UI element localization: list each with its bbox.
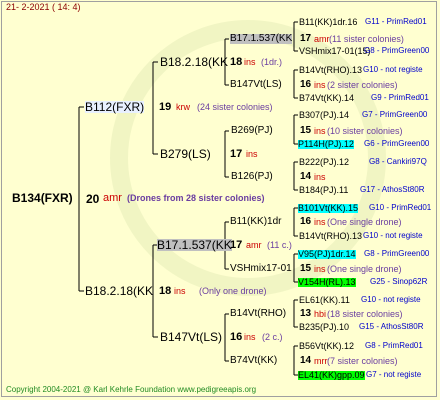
gen5-group-8: G17 - AthosSt80R [360, 185, 425, 194]
date-stamp: 21- 2-2021 ( 14: 4) [6, 2, 81, 12]
gen4-name-2[interactable]: B147Vt(LS) [230, 80, 282, 90]
gen4-generation-4: 14 [300, 171, 312, 182]
gen3-generation-1: 18 [230, 56, 243, 68]
gen5-name-1[interactable]: B11(KK)1dr.16 [299, 18, 357, 27]
gen4-insemination-3: ins [314, 126, 326, 136]
gen4-name-1[interactable]: B17.1.537(KK [230, 34, 293, 44]
gen5-name-14[interactable]: B235(PJ).10 [299, 323, 349, 332]
gen3-insemination-2: ins [246, 149, 258, 159]
gen2-top-name[interactable]: B112(FXR) [85, 101, 145, 113]
gen3-insemination-4: ins [244, 332, 256, 342]
gen3-name-1[interactable]: B18.2.18(KK [160, 56, 228, 68]
copyright-footer: Copyright 2004-2021 @ Karl Kehrle Founda… [6, 385, 257, 394]
gen4-note-6: (One single drone) [327, 264, 402, 274]
gen3-note-4: (2 c.) [262, 332, 283, 342]
gen4-note-7: (18 sister colonies) [327, 309, 403, 319]
gen4-name-8[interactable]: B74Vt(KK) [230, 356, 277, 366]
gen5-name-5[interactable]: B307(PJ).14 [299, 111, 349, 120]
gen5-group-6: G6 - PrimGreen00 [364, 139, 430, 148]
root-queen-name[interactable]: B134(FXR) [12, 192, 73, 204]
gen4-insemination-6: ins [314, 264, 326, 274]
gen3-insemination-3: amr [246, 240, 262, 250]
gen4-note-3: (10 sister colonies) [327, 126, 403, 136]
gen3-generation-2: 17 [230, 148, 243, 160]
gen4-name-7[interactable]: B14Vt(RHO) [230, 309, 286, 319]
gen4-insemination-4: ins [314, 172, 326, 182]
gen4-note-8: (7 sister colonies) [327, 356, 398, 366]
gen4-generation-1: 17 [300, 33, 312, 44]
gen4-insemination-7: hbi [314, 309, 327, 319]
gen5-group-9: G10 - PrimRed01 [369, 203, 432, 212]
gen5-group-15: G8 - PrimRed01 [365, 341, 423, 350]
gen5-group-10: G10 - not registe [363, 231, 423, 240]
gen4-name-5[interactable]: B11(KK)1dr [230, 217, 282, 227]
gen5-group-14: G15 - AthosSt80R [359, 322, 424, 331]
gen3-insemination-1: ins [244, 57, 256, 67]
gen3-generation-3: 17 [230, 239, 243, 251]
gen2-bottom-name[interactable]: B18.2.18(KK [85, 285, 153, 297]
gen5-group-5: G7 - PrimGreen00 [362, 110, 428, 119]
gen5-name-8[interactable]: B184(PJ).11 [299, 186, 348, 195]
gen5-name-13[interactable]: EL61(KK).11 [299, 296, 350, 305]
gen2-top-generation: 19 [159, 101, 172, 113]
root-note: (Drones from 28 sister colonies) [127, 193, 265, 203]
gen3-note-1: (1dr.) [261, 57, 283, 67]
gen3-generation-4: 16 [230, 331, 243, 343]
gen5-name-16[interactable]: EL41(KK)gpp.09 [298, 371, 365, 380]
gen4-generation-5: 16 [300, 216, 312, 227]
gen4-name-3[interactable]: B269(PJ) [231, 126, 273, 136]
root-generation: 20 [86, 192, 100, 206]
gen2-bottom-note: (Only one drone) [199, 286, 267, 296]
gen5-group-2: G8 - PrimGreen00 [364, 46, 430, 55]
gen5-name-4[interactable]: B74Vt(KK).14 [299, 94, 354, 103]
gen3-name-3[interactable]: B17.1.537(KK [157, 239, 232, 251]
gen4-insemination-8: mrr [314, 356, 328, 366]
gen5-group-7: G8 - Cankiri97Q [369, 157, 427, 166]
gen5-name-7[interactable]: B222(PJ).12 [299, 158, 349, 167]
gen5-name-2[interactable]: VSHmix17-01(15) [299, 47, 371, 56]
root-insemination: amr [103, 192, 122, 204]
gen5-name-15[interactable]: B56Vt(KK).12 [299, 342, 354, 351]
gen5-group-3: G10 - not registe [363, 65, 423, 74]
gen4-insemination-5: ins [314, 217, 326, 227]
gen4-generation-7: 13 [300, 308, 312, 319]
gen4-note-2: (2 sister colonies) [327, 80, 398, 90]
gen5-name-6[interactable]: P114H(PJ).12 [298, 140, 354, 149]
gen4-generation-3: 15 [300, 125, 312, 136]
gen4-insemination-2: ins [314, 80, 326, 90]
gen4-name-6[interactable]: VSHmix17-01 [230, 264, 292, 274]
gen5-group-13: G10 - not registe [361, 295, 421, 304]
gen4-generation-6: 15 [300, 263, 312, 274]
gen5-name-9[interactable]: B101Vt(KK).15 [298, 204, 359, 213]
gen2-bottom-generation: 18 [159, 285, 172, 297]
gen4-generation-8: 14 [300, 355, 312, 366]
gen2-top-insemination: krw [176, 102, 190, 112]
gen3-name-4[interactable]: B147Vt(LS) [160, 331, 222, 343]
gen5-group-1: G11 - PrimRed01 [365, 17, 427, 26]
gen4-generation-2: 16 [300, 79, 312, 90]
gen2-top-note: (24 sister colonies) [197, 102, 273, 112]
gen4-note-1: (11 sister colonies) [329, 34, 404, 44]
gen4-name-4[interactable]: B126(PJ) [231, 172, 273, 182]
gen4-note-5: (One single drone) [327, 217, 402, 227]
gen5-group-4: G9 - PrimRed01 [371, 93, 429, 102]
gen3-name-2[interactable]: B279(LS) [160, 148, 211, 160]
gen4-insemination-1: amr [314, 34, 330, 44]
gen5-name-10[interactable]: B14Vt(RHO).13 [299, 232, 362, 241]
gen5-group-16: G7 - not registe [366, 370, 422, 379]
gen5-group-11: G8 - PrimGreen00 [364, 249, 430, 258]
gen5-name-3[interactable]: B14Vt(RHO).13 [299, 66, 362, 75]
gen3-note-3: (11 c.) [267, 240, 292, 250]
gen5-name-11[interactable]: V95(PJ)1dr.14 [298, 250, 356, 259]
gen5-group-12: G25 - Sinop62R [370, 277, 428, 286]
gen5-name-12[interactable]: V154H(RL).13 [298, 278, 356, 287]
gen2-bottom-insemination: ins [174, 286, 186, 296]
